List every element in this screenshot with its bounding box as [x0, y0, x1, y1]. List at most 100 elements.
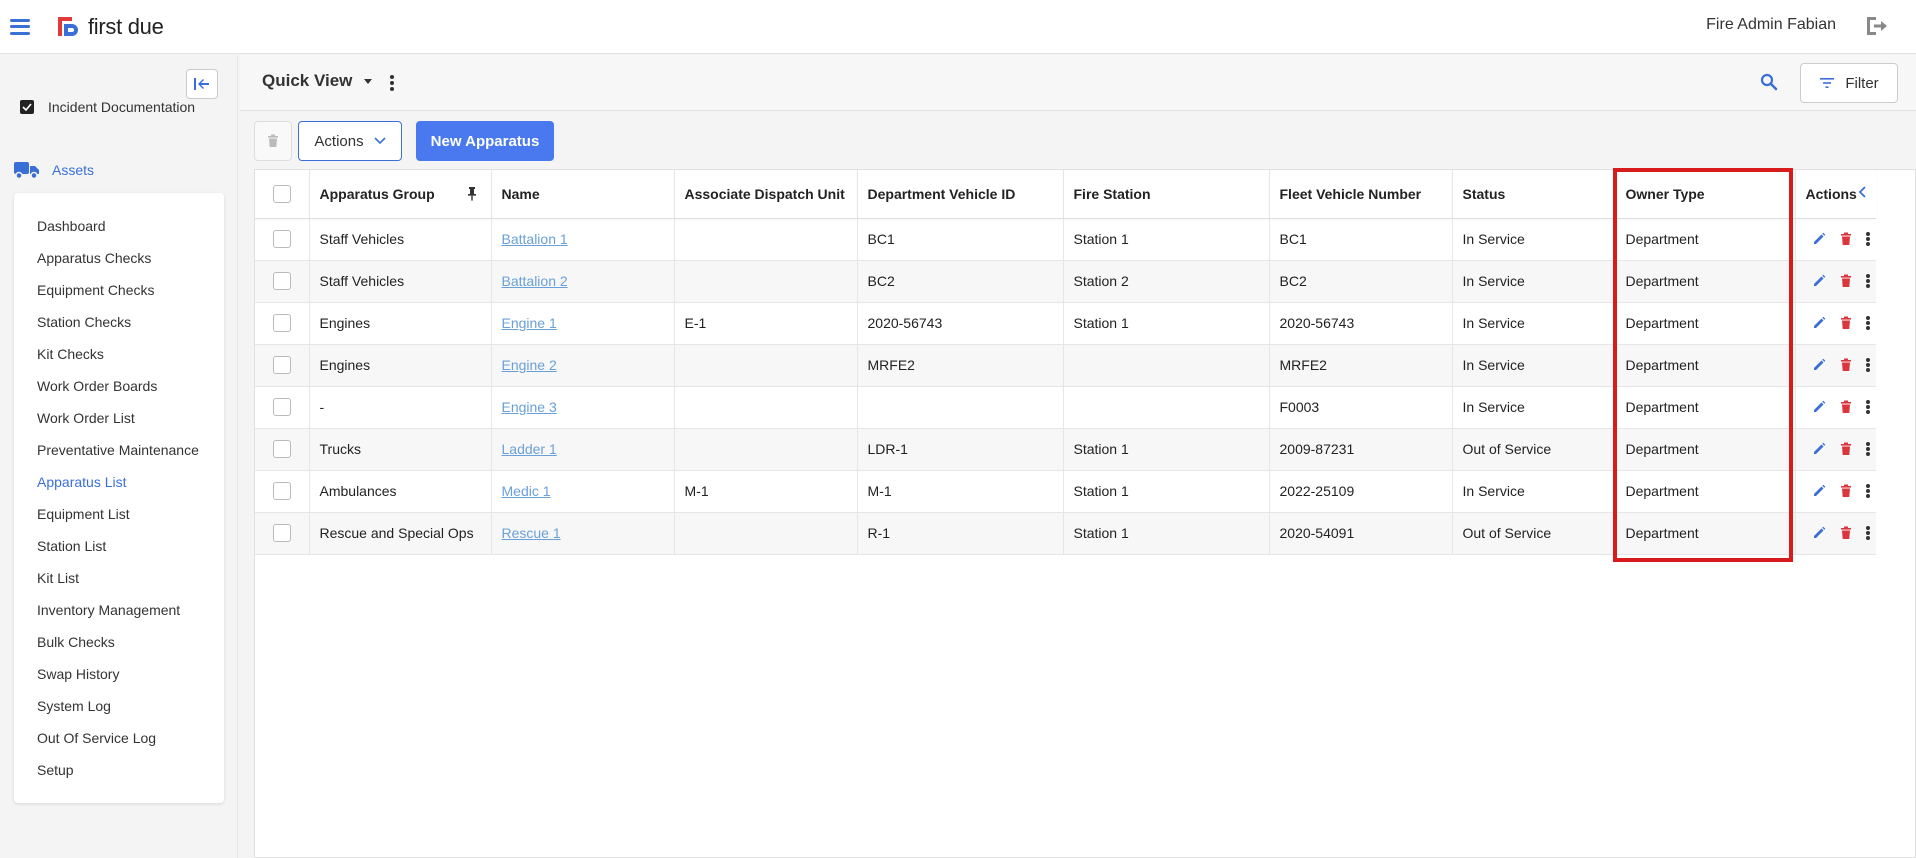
sidebar-item-apparatus-list[interactable]: Apparatus List: [14, 474, 224, 506]
assets-section[interactable]: Assets: [14, 161, 94, 179]
table-row[interactable]: Rescue and Special Ops Rescue 1 R-1 Station…: [255, 512, 1876, 555]
collapse-sidebar-button[interactable]: [186, 69, 218, 99]
view-options-kebab-icon[interactable]: [390, 75, 394, 91]
table-row[interactable]: Staff Vehicles Battalion 2 BC2 Station 2 BC2…: [255, 260, 1876, 303]
row-more-kebab-icon[interactable]: [1865, 442, 1870, 456]
apparatus-name-link[interactable]: Battalion 2: [502, 273, 568, 289]
sidebar-item-apparatus-checks[interactable]: Apparatus Checks: [14, 250, 224, 282]
sidebar-item-preventative-maintenance[interactable]: Preventative Maintenance: [14, 442, 224, 474]
trash-icon[interactable]: [1840, 400, 1852, 414]
table-row[interactable]: Ambulances Medic 1 M-1 M-1 Station 1 2022-251…: [255, 470, 1876, 513]
column-header-name[interactable]: Name: [491, 170, 675, 219]
apparatus-name-link[interactable]: Rescue 1: [502, 525, 561, 541]
hamburger-icon[interactable]: [10, 18, 30, 35]
sidebar-item-swap-history[interactable]: Swap History: [14, 666, 224, 698]
brand-logo[interactable]: first due: [54, 14, 164, 40]
trash-icon[interactable]: [1840, 316, 1852, 330]
incident-documentation-item[interactable]: Incident Documentation: [20, 99, 195, 115]
column-header-actions: Actions: [1795, 170, 1876, 219]
pencil-icon[interactable]: [1812, 274, 1826, 288]
column-header-apparatus-group[interactable]: Apparatus Group: [309, 170, 492, 219]
cell-text: Station 1: [1073, 231, 1129, 247]
filter-button[interactable]: Filter: [1800, 63, 1898, 103]
cell-text: In Service: [1462, 399, 1525, 415]
apparatus-name-link[interactable]: Medic 1: [502, 483, 551, 499]
row-more-kebab-icon[interactable]: [1865, 358, 1870, 372]
row-checkbox[interactable]: [272, 524, 291, 543]
row-checkbox[interactable]: [272, 230, 291, 249]
row-checkbox[interactable]: [272, 356, 291, 375]
cell-text: F0003: [1279, 399, 1320, 415]
cell-text: M-1: [684, 483, 709, 499]
row-more-kebab-icon[interactable]: [1865, 274, 1870, 288]
row-more-kebab-icon[interactable]: [1865, 484, 1870, 498]
trash-icon[interactable]: [1840, 274, 1852, 288]
table-row[interactable]: Staff Vehicles Battalion 1 BC1 Station 1 BC1…: [255, 218, 1876, 261]
sidebar-item-system-log[interactable]: System Log: [14, 698, 224, 730]
apparatus-name-link[interactable]: Engine 1: [502, 315, 557, 331]
column-header-owner-type[interactable]: Owner Type: [1615, 170, 1796, 219]
row-more-kebab-icon[interactable]: [1865, 232, 1870, 246]
select-all-checkbox[interactable]: [272, 184, 291, 203]
pencil-icon[interactable]: [1812, 358, 1826, 372]
bulk-delete-button[interactable]: [254, 121, 292, 161]
row-checkbox[interactable]: [272, 314, 291, 333]
pencil-icon[interactable]: [1812, 400, 1826, 414]
pencil-icon[interactable]: [1812, 232, 1826, 246]
row-checkbox[interactable]: [272, 272, 291, 291]
column-header-status[interactable]: Status: [1452, 170, 1616, 219]
trash-icon[interactable]: [1840, 484, 1852, 498]
sidebar-item-out-of-service-log[interactable]: Out Of Service Log: [14, 730, 224, 762]
row-more-kebab-icon[interactable]: [1865, 526, 1870, 540]
sidebar-item-equipment-checks[interactable]: Equipment Checks: [14, 282, 224, 314]
row-more-kebab-icon[interactable]: [1865, 400, 1870, 414]
pencil-icon[interactable]: [1812, 526, 1826, 540]
sidebar-item-setup[interactable]: Setup: [14, 762, 224, 794]
trash-icon[interactable]: [1840, 526, 1852, 540]
chevron-left-icon[interactable]: [1858, 186, 1866, 198]
trash-icon[interactable]: [1840, 358, 1852, 372]
sidebar-item-bulk-checks[interactable]: Bulk Checks: [14, 634, 224, 666]
cell-fleet-vehicle-number: 2020-54091: [1269, 512, 1453, 555]
pin-icon[interactable]: [467, 186, 477, 201]
actions-dropdown-button[interactable]: Actions: [298, 121, 402, 161]
column-header-fire-station[interactable]: Fire Station: [1063, 170, 1270, 219]
sidebar-item-inventory-management[interactable]: Inventory Management: [14, 602, 224, 634]
column-header-associate-dispatch-unit[interactable]: Associate Dispatch Unit: [674, 170, 858, 219]
sidebar-item-station-list[interactable]: Station List: [14, 538, 224, 570]
apparatus-name-link[interactable]: Battalion 1: [502, 231, 568, 247]
column-header-fleet-vehicle-number[interactable]: Fleet Vehicle Number: [1269, 170, 1453, 219]
row-checkbox[interactable]: [272, 440, 291, 459]
pencil-icon[interactable]: [1812, 484, 1826, 498]
row-more-kebab-icon[interactable]: [1865, 316, 1870, 330]
pencil-icon[interactable]: [1812, 316, 1826, 330]
table-row[interactable]: Engines Engine 1 E-1 2020-56743 Station 1 202…: [255, 302, 1876, 345]
trash-icon[interactable]: [1840, 232, 1852, 246]
row-checkbox[interactable]: [272, 482, 291, 501]
pencil-icon[interactable]: [1812, 442, 1826, 456]
apparatus-name-link[interactable]: Engine 3: [502, 399, 557, 415]
logout-icon[interactable]: [1864, 15, 1888, 37]
cell-text: BC2: [867, 273, 895, 289]
sidebar-item-kit-checks[interactable]: Kit Checks: [14, 346, 224, 378]
user-name[interactable]: Fire Admin Fabian: [1706, 16, 1836, 34]
sidebar-item-equipment-list[interactable]: Equipment List: [14, 506, 224, 538]
table-row[interactable]: - Engine 3 F0003 In Service Department: [255, 386, 1876, 429]
apparatus-name-link[interactable]: Engine 2: [502, 357, 557, 373]
apparatus-name-link[interactable]: Ladder 1: [502, 441, 557, 457]
column-header-department-vehicle-id[interactable]: Department Vehicle ID: [857, 170, 1064, 219]
row-checkbox[interactable]: [272, 398, 291, 417]
trash-icon[interactable]: [1840, 442, 1852, 456]
sidebar-item-work-order-boards[interactable]: Work Order Boards: [14, 378, 224, 410]
table-row[interactable]: Engines Engine 2 MRFE2 MRFE2 In Service Depar…: [255, 344, 1876, 387]
sidebar-item-station-checks[interactable]: Station Checks: [14, 314, 224, 346]
sidebar-item-work-order-list[interactable]: Work Order List: [14, 410, 224, 442]
search-icon[interactable]: [1760, 73, 1778, 96]
new-apparatus-button[interactable]: New Apparatus: [416, 121, 554, 161]
row-actions-cell: [1795, 218, 1876, 261]
quick-view-dropdown[interactable]: Quick View: [262, 71, 373, 91]
sidebar-item-kit-list[interactable]: Kit List: [14, 570, 224, 602]
table-row[interactable]: Trucks Ladder 1 LDR-1 Station 1 2009-87231 Ou…: [255, 428, 1876, 471]
cell-status: In Service: [1452, 302, 1616, 345]
sidebar-item-dashboard[interactable]: Dashboard: [14, 218, 224, 250]
